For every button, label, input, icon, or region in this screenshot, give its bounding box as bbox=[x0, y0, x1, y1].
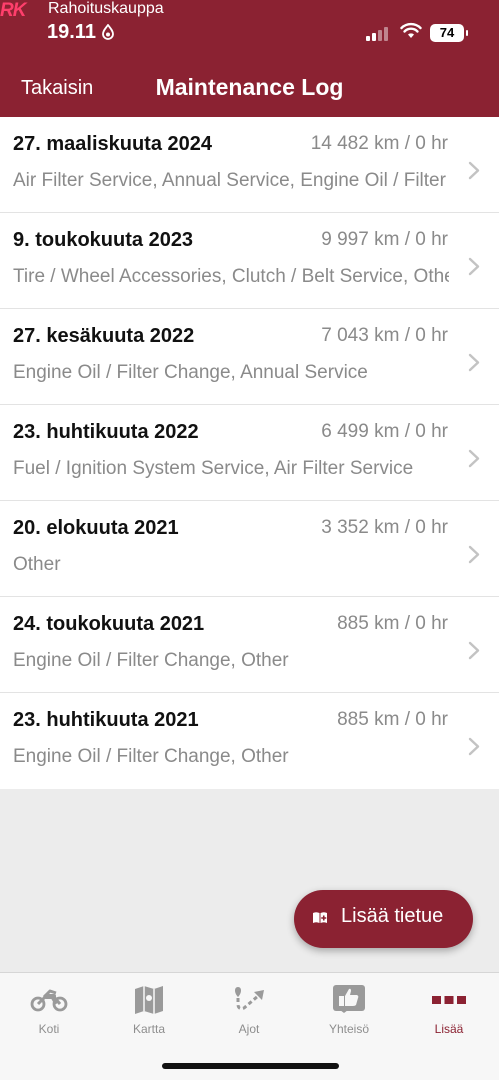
add-record-button[interactable]: Lisää tietue bbox=[294, 890, 473, 948]
list-item[interactable]: 23. huhtikuuta 2021 885 km / 0 hr Engine… bbox=[0, 693, 499, 789]
brand-logo: RK bbox=[0, 0, 26, 21]
battery-icon: 74 bbox=[430, 24, 468, 42]
entry-services: Fuel / Ignition System Service, Air Filt… bbox=[13, 458, 414, 479]
route-icon bbox=[209, 983, 289, 1017]
entry-date: 24. toukokuuta 2021 bbox=[13, 613, 205, 635]
chevron-right-icon bbox=[468, 737, 480, 756]
entry-odometer: 6 499 km / 0 hr bbox=[321, 421, 448, 442]
tab-kartta[interactable]: Kartta bbox=[109, 983, 189, 1036]
list-item[interactable]: 27. kesäkuuta 2022 7 043 km / 0 hr Engin… bbox=[0, 309, 499, 405]
tab-label: Lisää bbox=[434, 1022, 464, 1036]
entry-odometer: 885 km / 0 hr bbox=[337, 613, 448, 634]
chevron-right-icon bbox=[468, 161, 480, 180]
entry-date: 20. elokuuta 2021 bbox=[13, 517, 179, 539]
status-time: 19.11 bbox=[47, 21, 96, 43]
more-icon bbox=[409, 983, 489, 1017]
thumbs-up-icon bbox=[309, 983, 389, 1017]
entry-services: Tire / Wheel Accessories, Clutch / Belt … bbox=[13, 266, 449, 287]
entry-odometer: 9 997 km / 0 hr bbox=[321, 229, 448, 250]
page-title: Maintenance Log bbox=[155, 74, 344, 100]
entry-date: 9. toukokuuta 2023 bbox=[13, 229, 194, 251]
list-item[interactable]: 20. elokuuta 2021 3 352 km / 0 hr Other bbox=[0, 501, 499, 597]
add-book-icon bbox=[312, 911, 328, 930]
list-item[interactable]: 24. toukokuuta 2021 885 km / 0 hr Engine… bbox=[0, 597, 499, 693]
tab-koti[interactable]: Koti bbox=[9, 983, 89, 1036]
tab-yhteiso[interactable]: Yhteisö bbox=[309, 983, 389, 1036]
tab-lisaa[interactable]: Lisää bbox=[409, 983, 489, 1036]
location-icon bbox=[101, 23, 115, 44]
entry-odometer: 14 482 km / 0 hr bbox=[310, 133, 448, 154]
tab-label: Ajot bbox=[238, 1022, 260, 1036]
entry-date: 27. maaliskuuta 2024 bbox=[13, 133, 213, 155]
entry-date: 27. kesäkuuta 2022 bbox=[13, 325, 195, 347]
entry-date: 23. huhtikuuta 2021 bbox=[13, 709, 199, 731]
entry-date: 23. huhtikuuta 2022 bbox=[13, 421, 199, 443]
entry-odometer: 3 352 km / 0 hr bbox=[321, 517, 448, 538]
home-indicator bbox=[162, 1063, 339, 1069]
tab-ajot[interactable]: Ajot bbox=[209, 983, 289, 1036]
map-icon bbox=[109, 983, 189, 1017]
entry-services: Air Filter Service, Annual Service, Engi… bbox=[13, 170, 449, 191]
signal-icon bbox=[366, 25, 392, 41]
tab-label: Koti bbox=[38, 1022, 60, 1036]
brand-name: Rahoituskauppa bbox=[48, 0, 164, 17]
tab-label: Kartta bbox=[132, 1022, 165, 1036]
entry-odometer: 885 km / 0 hr bbox=[337, 709, 448, 730]
motorcycle-icon bbox=[9, 983, 89, 1017]
chevron-right-icon bbox=[468, 353, 480, 372]
chevron-right-icon bbox=[468, 641, 480, 660]
app-header: RK Rahoituskauppa 19.11 74 Takaisin Main… bbox=[0, 0, 499, 117]
maintenance-list: 27. maaliskuuta 2024 14 482 km / 0 hr Ai… bbox=[0, 117, 499, 789]
list-item[interactable]: 23. huhtikuuta 2022 6 499 km / 0 hr Fuel… bbox=[0, 405, 499, 501]
add-record-label: Lisää tietue bbox=[341, 905, 444, 927]
list-item[interactable]: 9. toukokuuta 2023 9 997 km / 0 hr Tire … bbox=[0, 213, 499, 309]
entry-services: Engine Oil / Filter Change, Annual Servi… bbox=[13, 362, 368, 383]
entry-odometer: 7 043 km / 0 hr bbox=[321, 325, 448, 346]
chevron-right-icon bbox=[468, 545, 480, 564]
tab-label: Yhteisö bbox=[328, 1022, 370, 1036]
chevron-right-icon bbox=[468, 449, 480, 468]
wifi-icon bbox=[400, 22, 422, 45]
list-item[interactable]: 27. maaliskuuta 2024 14 482 km / 0 hr Ai… bbox=[0, 117, 499, 213]
entry-services: Other bbox=[13, 554, 61, 575]
entry-services: Engine Oil / Filter Change, Other bbox=[13, 650, 289, 671]
entry-services: Engine Oil / Filter Change, Other bbox=[13, 746, 289, 767]
chevron-right-icon bbox=[468, 257, 480, 276]
